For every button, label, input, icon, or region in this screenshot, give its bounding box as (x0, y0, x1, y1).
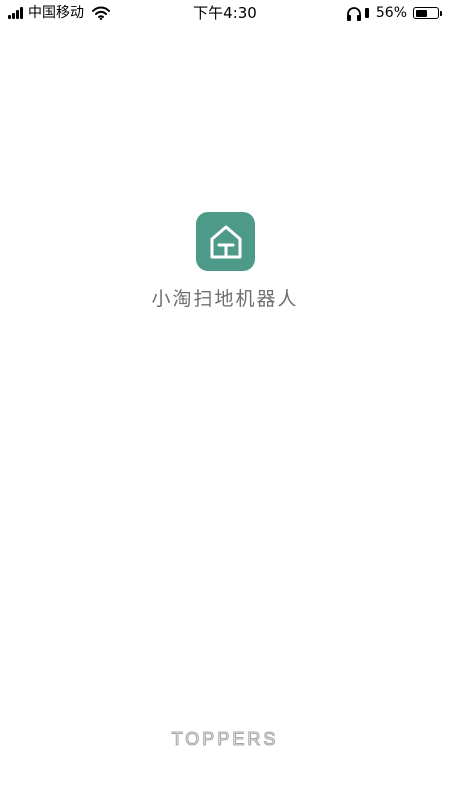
status-bar: 中国移动 下午4:30 56% (0, 0, 450, 26)
charging-indicator-icon (364, 8, 369, 18)
app-name: 小淘扫地机器人 (151, 288, 299, 310)
battery-percentage: 56% (375, 5, 407, 21)
battery-level-fill (415, 9, 428, 17)
app-icon (196, 212, 255, 271)
status-right: 56% (346, 4, 442, 22)
headphone-icon (346, 6, 361, 21)
brand-logo: TOPPERS (171, 728, 279, 749)
battery-tip (440, 10, 442, 16)
battery-icon (413, 7, 439, 19)
home-icon (210, 225, 241, 258)
